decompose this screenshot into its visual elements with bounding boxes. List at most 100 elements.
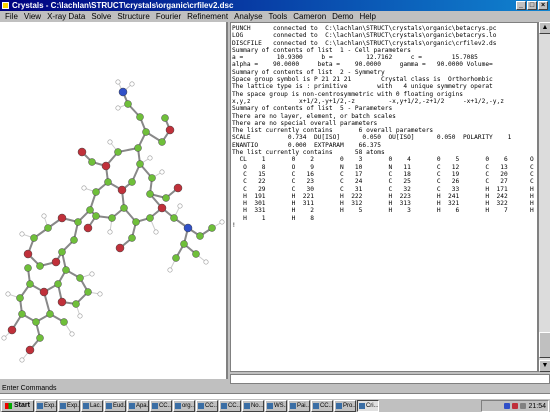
taskbar-button-label: Pai... <box>296 402 310 409</box>
menu-refinement[interactable]: Refinement <box>184 11 231 22</box>
maximize-icon[interactable]: □ <box>527 1 537 10</box>
taskbar-button[interactable]: Pai... <box>287 399 310 412</box>
menu-analyse[interactable]: Analyse <box>231 11 265 22</box>
taskbar: Start Exp... Exp... Lac... Eud... Apa...… <box>0 398 550 412</box>
output-line: H 301 H 311 H 312 H 313 H 321 H 322 H <box>232 200 534 208</box>
app-icon <box>220 402 227 409</box>
menu-structure[interactable]: Structure <box>114 11 152 22</box>
output-line: O 8 O 9 N 10 N 11 C 12 C 13 C <box>232 163 534 171</box>
start-label: Start <box>14 401 30 409</box>
close-icon[interactable]: × <box>538 1 548 10</box>
output-line: LOG connected to C:\lachlan\STRUCT\cryst… <box>232 32 497 40</box>
scroll-thumb[interactable] <box>539 332 550 358</box>
windows-logo-icon <box>5 402 12 409</box>
taskbar-button[interactable]: org... <box>172 399 195 412</box>
taskbar-button[interactable]: Lac... <box>80 399 103 412</box>
taskbar-button[interactable]: Apa... <box>126 399 149 412</box>
output-line: There are no layer, element, or batch sc… <box>232 112 396 120</box>
output-line: Summary of contents of list 1 - Cell par… <box>232 46 411 54</box>
output-line: The space group is non-centrosymmetric w… <box>232 90 463 98</box>
taskbar-button[interactable]: Eud... <box>103 399 126 412</box>
app-icon <box>105 402 112 409</box>
taskbar-button[interactable]: Exp... <box>57 399 80 412</box>
menu-tools[interactable]: Tools <box>266 11 291 22</box>
output-line: H 191 H 221 H 222 H 223 H 241 H 242 H <box>232 192 534 200</box>
app-icon <box>312 402 319 409</box>
app-icon <box>36 402 43 409</box>
taskbar-button-label: CC... <box>158 402 172 409</box>
output-line: H 331 H 2 H 5 H 3 H 6 H 7 H <box>232 207 534 215</box>
menu-demo[interactable]: Demo <box>329 11 356 22</box>
status-line <box>230 374 550 384</box>
menu-bar: File View X-ray Data Solve Structure Fou… <box>0 11 550 22</box>
minimize-icon[interactable]: _ <box>516 1 526 10</box>
window-titlebar: Crystals - C:\lachlan\STRUCT\crystals\or… <box>0 0 550 11</box>
menu-view[interactable]: View <box>21 11 44 22</box>
output-text: PUNCH connected to C:\lachlan\STRUCT\cry… <box>231 23 537 231</box>
volume-icon[interactable] <box>520 403 527 409</box>
output-line: There are no special overall parameters <box>232 119 378 127</box>
menu-xray-data[interactable]: X-ray Data <box>44 11 88 22</box>
taskbar-button-label: Pro... <box>342 402 356 409</box>
menu-cameron[interactable]: Cameron <box>290 11 329 22</box>
output-line: C 22 C 23 C 24 C 25 C 26 C 27 C <box>232 178 534 186</box>
app-icon <box>358 402 365 409</box>
taskbar-button-label: Exp... <box>43 402 56 409</box>
molecule-model[interactable] <box>0 22 228 379</box>
scroll-up-icon[interactable]: ▲ <box>539 22 550 34</box>
taskbar-button-label: Apa... <box>135 402 149 409</box>
start-button[interactable]: Start <box>1 399 34 412</box>
output-line: DISCFILE connected to C:\lachlan\STRUCT\… <box>232 39 497 47</box>
app-icon <box>128 402 135 409</box>
taskbar-button-label: WS... <box>273 402 287 409</box>
menu-help[interactable]: Help <box>356 11 378 22</box>
menu-file[interactable]: File <box>2 11 21 22</box>
network-icon[interactable] <box>504 403 511 409</box>
antivirus-icon[interactable] <box>512 403 519 409</box>
taskbar-button-label: Eud... <box>112 402 126 409</box>
output-line: a = 10.9300 b = 12.7162 c = 15.7085 <box>232 54 478 62</box>
app-icon <box>82 402 89 409</box>
taskbar-button-label: No... <box>250 402 264 409</box>
window-title: Crystals - C:\lachlan\STRUCT\crystals\or… <box>12 1 234 10</box>
app-icon <box>197 402 204 409</box>
taskbar-button-label: Lac... <box>89 402 102 409</box>
output-scrollbar[interactable]: ▲ ▼ <box>538 22 550 372</box>
menu-solve[interactable]: Solve <box>88 11 114 22</box>
output-line: The list currently contains 58 atoms <box>232 149 385 157</box>
taskbar-button-label: CC... <box>319 402 333 409</box>
output-line: x,y,z x+1/2,-y+1/2,-z -x,y+1/2,-z+1/2 -x… <box>232 97 504 105</box>
clock[interactable]: 21:54 <box>528 403 546 410</box>
menu-fourier[interactable]: Fourier <box>153 11 184 22</box>
output-line: The lattice type is : primitive with 4 u… <box>232 83 493 91</box>
window-controls: _ □ × <box>516 1 548 10</box>
taskbar-button-label: org... <box>181 402 195 409</box>
scroll-down-icon[interactable]: ▼ <box>539 360 550 372</box>
output-line: C 29 C 30 C 31 C 32 C 33 H 171 H <box>232 185 534 193</box>
output-line: CL 1 0 2 0 3 0 4 0 5 0 6 O <box>232 156 534 164</box>
taskbar-button[interactable]: Pro... <box>333 399 356 412</box>
taskbar-button[interactable]: CC... <box>218 399 241 412</box>
taskbar-button-active[interactable]: Cri... <box>356 399 379 412</box>
output-line: Summary of contents of list 2 - Symmetry <box>232 68 385 76</box>
output-line: H 1 H 8 <box>232 214 314 222</box>
taskbar-button[interactable]: WS... <box>264 399 287 412</box>
molecule-view[interactable] <box>0 22 228 379</box>
app-icon <box>243 402 250 409</box>
taskbar-button[interactable]: Exp... <box>34 399 57 412</box>
taskbar-button-label: CC... <box>227 402 241 409</box>
output-line: Space group symbol is P 21 21 21 Crystal… <box>232 76 493 84</box>
taskbar-button[interactable]: CC... <box>310 399 333 412</box>
app-icon <box>2 2 9 9</box>
app-icon <box>266 402 273 409</box>
taskbar-button-label: Cri... <box>365 402 379 409</box>
taskbar-button[interactable]: CC... <box>195 399 218 412</box>
atoms <box>7 87 216 355</box>
output-text-pane[interactable]: PUNCH connected to C:\lachlan\STRUCT\cry… <box>230 22 538 372</box>
output-line: alpha = 90.0000 beta = 90.0000 gamma = 9… <box>232 61 493 69</box>
output-line: The list currently contains 6 overall pa… <box>232 127 434 135</box>
taskbar-button[interactable]: CC... <box>149 399 172 412</box>
output-line: PUNCH connected to C:\lachlan\STRUCT\cry… <box>232 25 497 32</box>
system-tray: 21:54 <box>481 400 549 412</box>
taskbar-button[interactable]: No... <box>241 399 264 412</box>
